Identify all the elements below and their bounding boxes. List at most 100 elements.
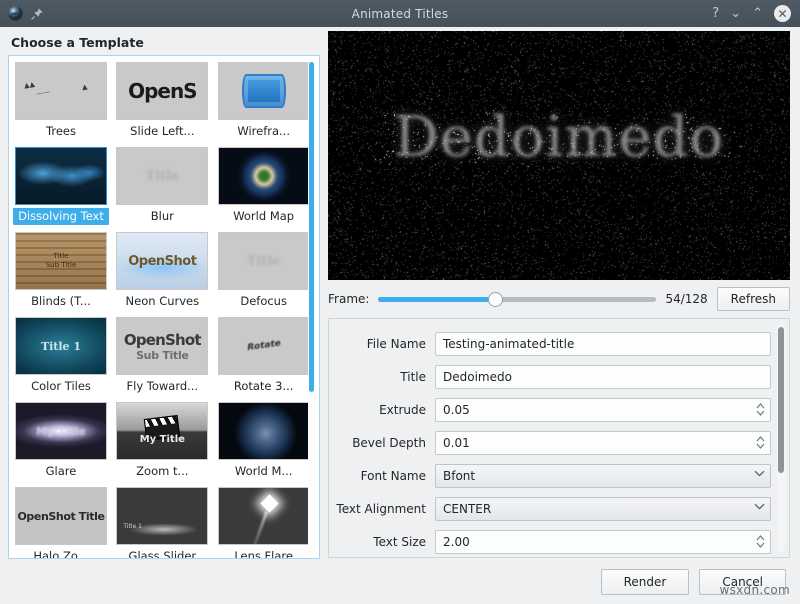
spinner-arrows[interactable] [751,531,770,553]
field-control: Dedoimedo [435,365,771,389]
thumb-art-fly: OpenShotSub Title [117,318,207,374]
form-row: File NameTesting-animated-title [329,327,771,360]
watermark: wsxdn.com [719,583,790,597]
template-item[interactable]: Title 1Color Tiles [12,314,110,399]
chevron-up-icon[interactable] [756,403,765,409]
template-thumbnail[interactable]: Rotate [218,317,310,375]
globe-icon [7,5,24,22]
template-item[interactable]: Rotate Rotate 3... [215,314,313,399]
template-label: Trees [13,123,109,140]
template-thumbnail[interactable]: ▲▲——▲ [15,62,107,120]
render-button[interactable]: Render [601,569,690,595]
template-item[interactable]: ▲▲——▲ Trees [12,59,110,144]
field-select[interactable]: CENTER [435,497,771,521]
form-scrollbar-thumb[interactable] [778,327,784,473]
template-thumbnail[interactable]: TitleSub Title [15,232,107,290]
thumb-art-blur: Title [145,169,179,184]
field-value: CENTER [443,502,491,516]
template-item[interactable]: Lens Flare [215,484,313,559]
field-control: 0.01 [435,431,771,455]
template-thumbnail[interactable] [218,147,310,205]
spinner-arrows[interactable] [751,399,770,421]
field-input[interactable]: Testing-animated-title [435,332,771,356]
chevron-up-icon[interactable] [756,436,765,442]
template-item-selected[interactable]: Dissolving Text [12,144,110,229]
thumb-art-rotate: Rotate [219,318,309,374]
template-item[interactable]: TitleDefocus [215,229,313,314]
template-thumbnail[interactable]: OpenS [116,62,208,120]
field-value: 0.01 [443,436,470,450]
template-thumbnail[interactable]: Title [116,147,208,205]
field-input[interactable]: 2.00 [435,530,771,554]
template-label: World Map [216,208,312,225]
template-thumbnail[interactable]: Title 1 [116,487,208,545]
template-thumbnail[interactable]: My Title [116,402,208,460]
template-item[interactable]: OpenShotSub Title Fly Toward... [113,314,211,399]
field-value: Dedoimedo [443,370,512,384]
template-item[interactable]: TitleBlur [113,144,211,229]
template-thumbnail[interactable] [15,147,107,205]
template-list-scrollbar-thumb[interactable] [309,62,314,392]
thumb-art-dissolve [16,148,106,204]
field-select[interactable]: Bfont [435,464,771,488]
template-label: Neon Curves [114,293,210,310]
thumb-art-glass: Title 1 [117,488,207,544]
template-item[interactable]: My TitleGlare [12,399,110,484]
template-label: Dissolving Text [13,208,109,225]
template-item[interactable]: OpenShot Neon Curves [113,229,211,314]
template-thumbnail[interactable]: OpenShotSub Title [116,317,208,375]
template-item[interactable]: Wirefra... [215,59,313,144]
template-label: Rotate 3... [216,378,312,395]
field-input[interactable]: 0.01 [435,431,771,455]
refresh-button[interactable]: Refresh [717,287,790,311]
template-label: Fly Toward... [114,378,210,395]
template-list[interactable]: ▲▲——▲ TreesOpenSSlide Left...Wirefra... Di… [8,55,320,559]
template-thumbnail[interactable] [218,402,310,460]
template-item[interactable]: World Map [215,144,313,229]
chevron-down-icon[interactable]: ⌄ [730,7,741,20]
form-row: Bevel Depth0.01 [329,426,771,459]
field-value: 0.05 [443,403,470,417]
form-rows: File NameTesting-animated-titleTitleDedo… [329,319,789,558]
help-icon[interactable]: ? [712,7,719,20]
thumb-art-neon: OpenShot [117,233,207,289]
chevron-down-icon[interactable] [756,443,765,449]
thumb-art-openshot: OpenS [128,79,197,103]
field-value: Bfont [443,469,475,483]
template-thumbnail[interactable]: My Title [15,402,107,460]
chevron-up-icon[interactable] [756,535,765,541]
form-row: TitleDedoimedo [329,360,771,393]
form-scrollbar[interactable] [777,324,785,552]
template-thumbnail[interactable]: Title [218,232,310,290]
template-thumbnail[interactable]: OpenShot Title [15,487,107,545]
template-thumbnail[interactable] [218,62,310,120]
template-thumbnail[interactable]: Title 1 [15,317,107,375]
template-item[interactable]: OpenSSlide Left... [113,59,211,144]
thumb-art-wireframe [219,63,309,119]
spinner-arrows[interactable] [751,432,770,454]
template-label: Zoom t... [114,463,210,480]
frame-counter: 54/128 [665,292,707,306]
chevron-down-icon[interactable] [754,503,765,510]
template-thumbnail[interactable]: OpenShot [116,232,208,290]
chevron-down-icon[interactable] [756,410,765,416]
template-item[interactable]: OpenShot TitleHalo Zo... [12,484,110,559]
template-item[interactable]: World M... [215,399,313,484]
chevron-up-icon[interactable]: ⌃ [752,7,763,20]
pin-icon[interactable] [30,7,44,21]
template-item[interactable]: Title 1Glass Slider [113,484,211,559]
field-input[interactable]: 0.05 [435,398,771,422]
frame-slider-handle[interactable] [488,292,503,307]
thumb-art-color-tile: Title 1 [16,318,106,374]
template-list-scrollbar[interactable] [308,60,315,554]
template-item[interactable]: My Title Zoom t... [113,399,211,484]
template-thumbnail[interactable] [218,487,310,545]
chevron-down-icon[interactable] [754,470,765,477]
chevron-down-icon[interactable] [756,542,765,548]
frame-slider[interactable] [378,290,656,308]
thumb-art-world-map [219,148,309,204]
field-input[interactable]: Dedoimedo [435,365,771,389]
close-icon[interactable]: ✕ [774,5,791,22]
form-row: Extrude0.05 [329,393,771,426]
template-item[interactable]: TitleSub TitleBlinds (T... [12,229,110,314]
